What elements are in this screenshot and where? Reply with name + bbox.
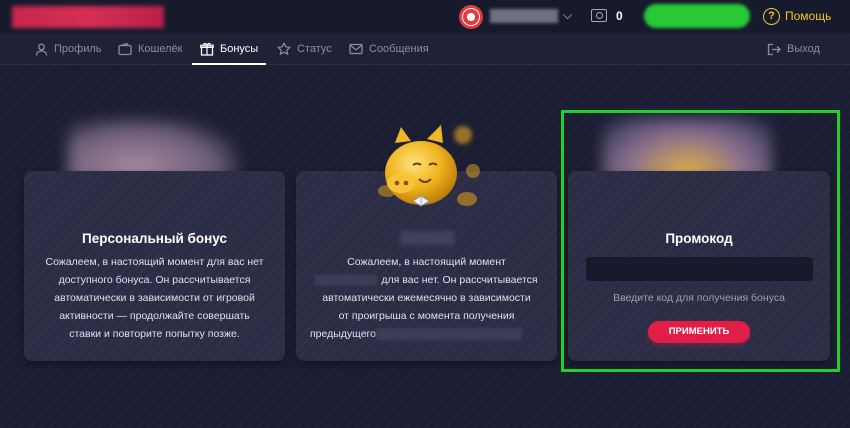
logout-link[interactable]: Выход: [767, 34, 820, 64]
tab-profile-label: Профиль: [54, 43, 102, 55]
username[interactable]: [490, 9, 558, 23]
cashback-text-line: от проигрыша с момента получения: [338, 310, 515, 322]
gift-icon: [200, 42, 214, 56]
balance-value: 0: [616, 9, 623, 23]
redacted-text: [375, 328, 522, 341]
cashback-text-line: Сожалеем, в настоящий момент: [347, 256, 506, 268]
help-link[interactable]: ? Помощь: [763, 6, 831, 26]
piggy-bank-icon: [378, 125, 480, 207]
chevron-down-icon[interactable]: ⌵: [563, 9, 575, 21]
account-nav: Профиль Кошелёк Бонусы Статус Сообщения …: [0, 34, 850, 65]
cashback-text: Сожалеем, в настоящий момент для вас нет…: [296, 253, 557, 343]
top-bar: ⌵ 0 ? Помощь: [0, 0, 850, 33]
wallet-icon: [591, 9, 607, 22]
redacted-text: [315, 274, 378, 287]
cashback-text-line: для вас нет. Он рассчитывается: [310, 271, 543, 289]
tab-bonuses-label: Бонусы: [220, 43, 259, 55]
cashback-title-redacted: [400, 231, 454, 245]
logout-icon: [767, 42, 781, 56]
highlight-frame: [561, 110, 840, 372]
logout-label: Выход: [787, 43, 820, 55]
tab-messages-label: Сообщения: [369, 43, 429, 55]
deposit-button[interactable]: [644, 4, 750, 28]
mail-icon: [349, 42, 363, 56]
wallet-icon: [118, 42, 132, 56]
personal-bonus-title: Персональный бонус: [82, 231, 227, 246]
tab-wallet[interactable]: Кошелёк: [118, 34, 182, 64]
cashback-text-line: автоматически ежемесячно в зависимости: [322, 292, 531, 304]
help-label: Помощь: [785, 9, 832, 23]
tab-messages[interactable]: Сообщения: [349, 34, 429, 64]
question-circle-icon: ?: [763, 7, 780, 25]
personal-bonus-text: Сожалеем, в настоящий момент для вас нет…: [45, 256, 264, 340]
tab-profile[interactable]: Профиль: [34, 34, 102, 64]
personal-bonus-card: Персональный бонус Сожалеем, в настоящий…: [24, 171, 285, 361]
tab-wallet-label: Кошелёк: [138, 43, 183, 55]
casino-chip-icon: [459, 5, 483, 29]
star-icon: [277, 42, 291, 56]
tab-status[interactable]: Статус: [277, 34, 332, 64]
tab-bonuses[interactable]: Бонусы: [191, 34, 267, 65]
site-logo[interactable]: [12, 6, 164, 28]
user-icon: [34, 42, 48, 56]
tab-status-label: Статус: [297, 43, 332, 55]
cashback-text-line: предыдущего: [310, 325, 543, 343]
